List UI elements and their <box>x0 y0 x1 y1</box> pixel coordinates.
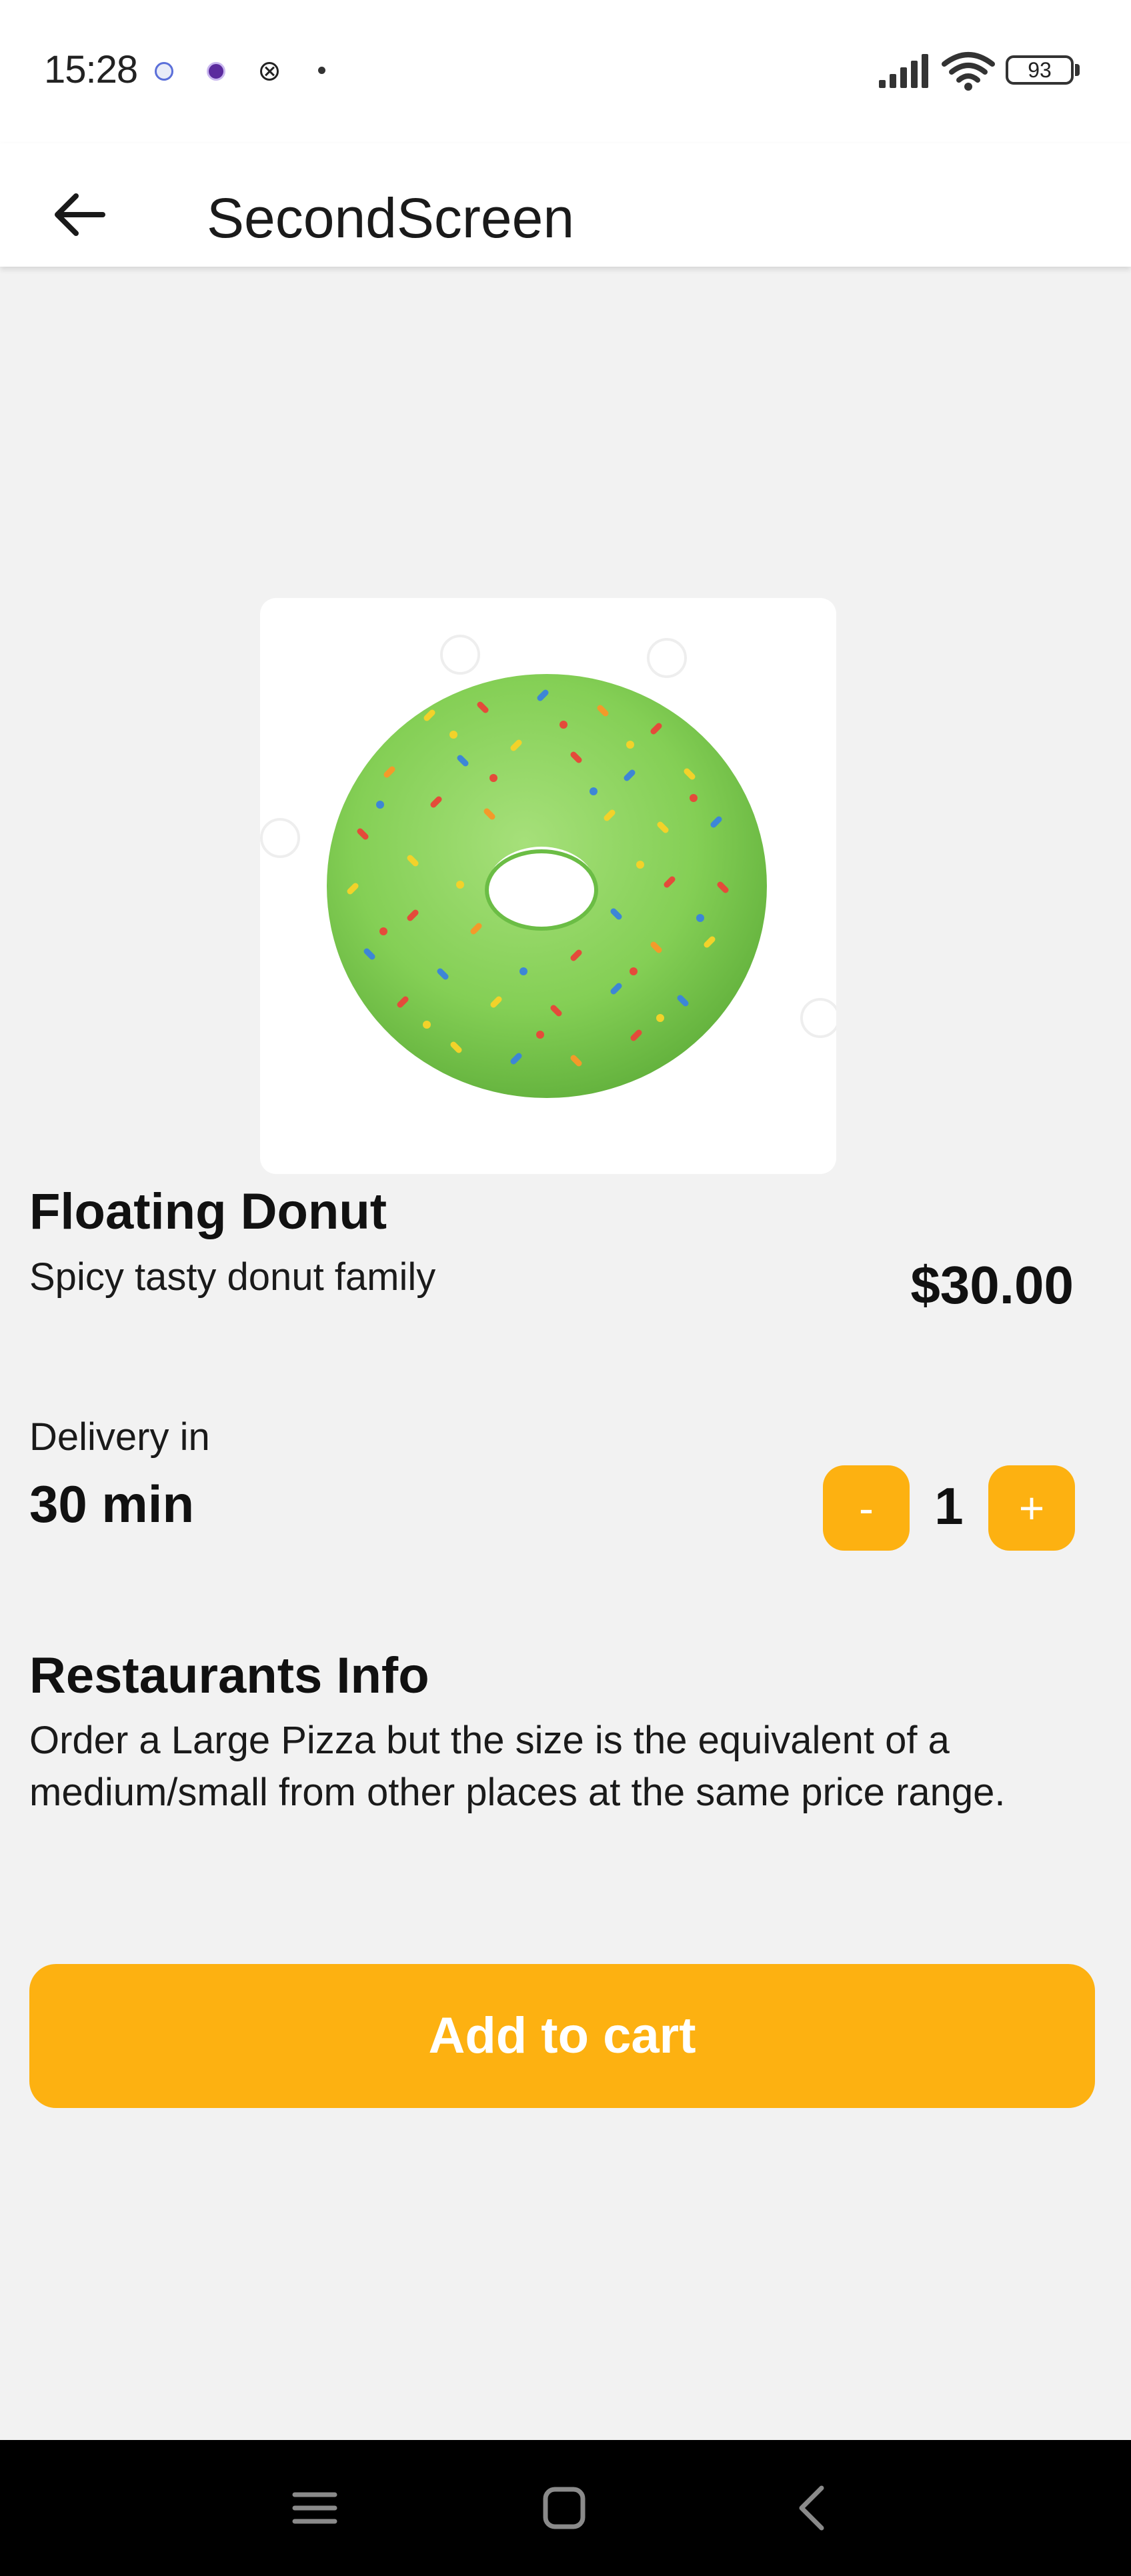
notification-icon <box>155 62 173 81</box>
menu-icon <box>292 2492 337 2524</box>
status-time: 15:28 <box>44 48 138 91</box>
status-bar: 15:28 93 <box>0 0 1131 143</box>
nav-home-button[interactable] <box>531 2475 598 2541</box>
battery-tip <box>1075 64 1080 76</box>
wifi-icon <box>942 52 995 91</box>
back-icon <box>799 2485 824 2531</box>
signal-icon <box>879 54 928 88</box>
page-title: SecondScreen <box>207 187 575 249</box>
restaurant-info-text: Order a Large Pizza but the size is the … <box>29 1719 1006 1814</box>
nav-back-button[interactable] <box>780 2475 847 2541</box>
add-to-cart-button[interactable]: Add to cart <box>29 1964 1095 2108</box>
product-price: $30.00 <box>910 1255 1074 1315</box>
product-description: Spicy tasty donut family <box>29 1255 436 1299</box>
product-name: Floating Donut <box>29 1183 387 1240</box>
notification-icon <box>260 62 279 81</box>
nav-menu-button[interactable] <box>281 2475 348 2541</box>
arrow-left-icon <box>55 193 105 236</box>
restaurant-info-heading: Restaurants Info <box>29 1647 429 1704</box>
home-icon <box>543 2487 586 2529</box>
delivery-label: Delivery in <box>29 1415 210 1459</box>
battery-level: 93 <box>1028 58 1052 82</box>
app-bar: SecondScreen <box>0 143 1131 267</box>
donut-image <box>260 635 836 1098</box>
quantity-value: 1 <box>934 1477 964 1535</box>
increase-quantity-button[interactable]: + <box>988 1465 1075 1551</box>
back-button[interactable] <box>44 178 117 251</box>
system-nav-bar <box>0 2440 1131 2576</box>
notification-icon <box>207 62 225 81</box>
notification-dot-icon <box>318 67 325 74</box>
decrease-quantity-button[interactable]: - <box>823 1465 910 1551</box>
delivery-time: 30 min <box>29 1475 195 1533</box>
product-image <box>260 598 836 1174</box>
